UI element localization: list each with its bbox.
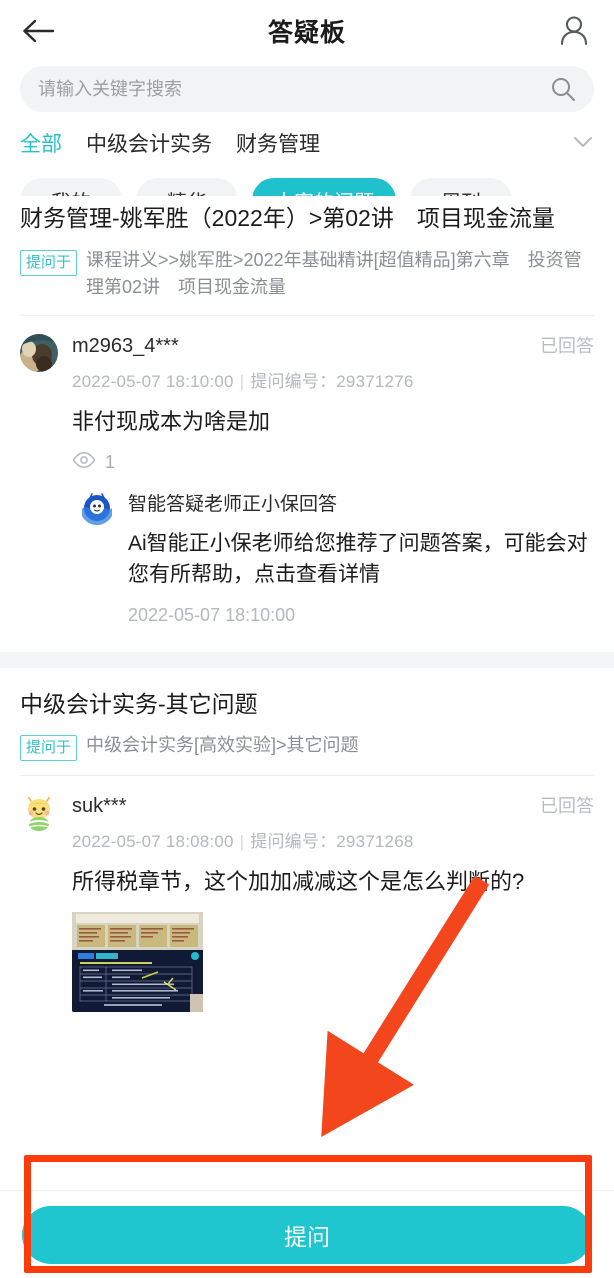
- group-title[interactable]: 财务管理-姚军胜（2022年）>第02讲 项目现金流量: [20, 196, 594, 235]
- status-badge: 已回答: [540, 335, 594, 356]
- chevron-down-icon[interactable]: [570, 129, 596, 155]
- category-tab-financial-management[interactable]: 财务管理: [236, 128, 320, 158]
- question-screenshot-thumbnail[interactable]: [72, 912, 203, 1013]
- question-group: 中级会计实务-其它问题 提问于 中级会计实务[高效实验]>其它问题 suk***…: [0, 667, 614, 1013]
- question-post[interactable]: m2963_4*** 已回答 2022-05-07 18:10:00 | 提问编号：…: [20, 316, 594, 626]
- arrow-left-icon: [23, 19, 55, 43]
- back-button[interactable]: [18, 11, 58, 51]
- category-tab-all[interactable]: 全部: [20, 128, 62, 158]
- category-tab-bar: 全部 中级会计实务 财务管理: [0, 112, 614, 172]
- post-id-value: 29371276: [336, 371, 414, 391]
- ai-reply[interactable]: 智能答疑老师正小保回答 Ai智能正小保老师给您推荐了问题答案，可能会对您有所帮助…: [72, 473, 594, 626]
- ask-from-text[interactable]: 课程讲义>>姚军胜>2022年基础精讲[超值精品]第六章 投资管理第02讲 项目…: [86, 247, 594, 301]
- bottom-action-bar: 提问: [0, 1190, 614, 1278]
- meta-separator: |: [239, 371, 245, 391]
- post-id-label: 提问编号：: [250, 832, 337, 852]
- ask-from-row: 提问于 课程讲义>>姚军胜>2022年基础精讲[超值精品]第六章 投资管理第02…: [20, 247, 594, 301]
- app-header: 答疑板: [0, 0, 614, 62]
- search-section: [0, 62, 614, 112]
- bee-cartoon-avatar: [20, 794, 58, 833]
- app-root: 答疑板 全部 中级会计实务 财务管理: [0, 0, 614, 1278]
- post-meta: 2022-05-07 18:10:00 | 提问编号：29371276: [72, 367, 594, 392]
- post-meta: 2022-05-07 18:08:00 | 提问编号：29371268: [72, 827, 594, 852]
- ask-question-button[interactable]: 提问: [22, 1205, 592, 1264]
- post-id-label: 提问编号：: [250, 371, 337, 391]
- post-id-value: 29371268: [336, 832, 414, 852]
- views-count: 1: [105, 451, 116, 472]
- ask-from-tag: 提问于: [20, 249, 78, 276]
- post-header: m2963_4*** 已回答: [72, 332, 594, 358]
- search-icon[interactable]: [550, 76, 576, 102]
- user-photo-avatar: [20, 333, 58, 372]
- post-body: m2963_4*** 已回答 2022-05-07 18:10:00 | 提问编号：…: [72, 332, 594, 626]
- profile-button[interactable]: [556, 13, 592, 49]
- post-time: 2022-05-07 18:08:00: [72, 832, 234, 852]
- ai-reply-text[interactable]: Ai智能正小保老师给您推荐了问题答案，可能会对您有所帮助，点击查看详情: [128, 528, 594, 591]
- ask-from-tag: 提问于: [20, 735, 78, 762]
- post-time: 2022-05-07 18:10:00: [72, 371, 234, 391]
- ai-reply-body: 智能答疑老师正小保回答 Ai智能正小保老师给您推荐了问题答案，可能会对您有所帮助…: [128, 489, 594, 626]
- search-box[interactable]: [20, 66, 594, 112]
- user-icon: [560, 16, 588, 46]
- category-tab-intermediate-accounting[interactable]: 中级会计实务: [86, 128, 212, 158]
- attachment-row: [72, 912, 594, 1013]
- ai-reply-time: 2022-05-07 18:10:00: [128, 604, 296, 625]
- question-feed[interactable]: 财务管理-姚军胜（2022年）>第02讲 项目现金流量 提问于 课程讲义>>姚军…: [0, 196, 614, 1190]
- page-title: 答疑板: [267, 19, 346, 47]
- search-input[interactable]: [38, 78, 576, 100]
- ask-from-text[interactable]: 中级会计实务[高效实验]>其它问题: [86, 732, 359, 759]
- ask-from-row: 提问于 中级会计实务[高效实验]>其它问题: [20, 732, 594, 762]
- post-text[interactable]: 所得税章节，这个加加减减这个是怎么判断的?: [72, 866, 594, 898]
- status-badge: 已回答: [540, 796, 594, 817]
- meta-separator: |: [239, 832, 245, 852]
- ai-reply-name: 智能答疑老师正小保回答: [128, 493, 338, 515]
- views-row: 1: [72, 452, 594, 473]
- post-header: suk*** 已回答: [72, 792, 594, 818]
- ai-assistant-avatar: [80, 490, 114, 525]
- post-text[interactable]: 非付现成本为啥是加: [72, 406, 594, 438]
- post-username: suk***: [72, 795, 127, 818]
- post-body: suk*** 已回答 2022-05-07 18:08:00 | 提问编号：2937…: [72, 792, 594, 1013]
- question-post[interactable]: suk*** 已回答 2022-05-07 18:08:00 | 提问编号：2937…: [20, 776, 594, 1013]
- eye-icon: [72, 451, 96, 473]
- group-title[interactable]: 中级会计实务-其它问题: [20, 682, 594, 721]
- post-username: m2963_4***: [72, 334, 179, 357]
- question-group: 财务管理-姚军胜（2022年）>第02讲 项目现金流量 提问于 课程讲义>>姚军…: [0, 196, 614, 652]
- group-separator: [0, 651, 614, 668]
